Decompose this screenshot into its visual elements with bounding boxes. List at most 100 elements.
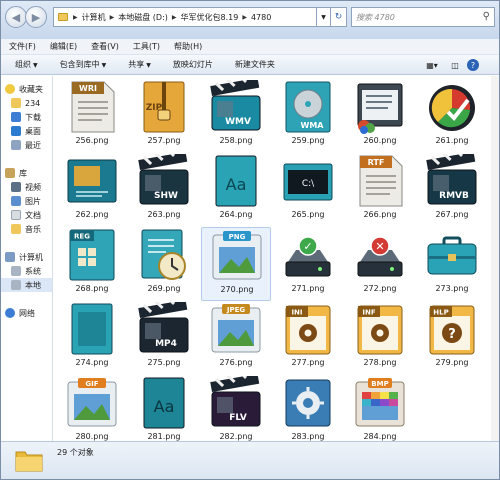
- file-item[interactable]: 262.png: [57, 153, 127, 227]
- file-name: 274.png: [75, 358, 109, 367]
- file-item[interactable]: JPEG 276.png: [201, 301, 271, 375]
- font-aa-dark-icon: Aa: [143, 377, 185, 429]
- menu-help[interactable]: 帮助(H): [174, 41, 202, 52]
- file-name: 266.png: [363, 210, 397, 219]
- file-name: 270.png: [220, 285, 254, 294]
- forward-button[interactable]: ▶: [25, 6, 47, 28]
- file-name: 284.png: [363, 432, 397, 441]
- address-box[interactable]: ▶ 计算机 ▶ 本地磁盘 (D:) ▶ 华军优化包8.19 ▶ 4780: [53, 7, 317, 27]
- file-name: 262.png: [75, 210, 109, 219]
- inf-settings-icon: INF: [357, 305, 403, 355]
- file-item[interactable]: SHW 263.png: [129, 153, 199, 227]
- folder-icon: [11, 98, 21, 108]
- hlp-help-icon: HLP?: [429, 305, 475, 355]
- breadcrumb-drive[interactable]: 本地磁盘 (D:): [118, 12, 168, 23]
- nav-item[interactable]: 234: [11, 96, 40, 110]
- file-name: 272.png: [363, 284, 397, 293]
- view-options-button[interactable]: ▦▾: [421, 58, 443, 72]
- nav-item[interactable]: 桌面: [11, 124, 41, 138]
- desktop-icon: [11, 126, 21, 136]
- png-image-icon: PNG: [212, 231, 262, 280]
- breadcrumb-current[interactable]: 4780: [251, 13, 271, 22]
- nav-item[interactable]: 下载: [11, 110, 41, 124]
- menu-file[interactable]: 文件(F): [9, 41, 36, 52]
- vertical-scrollbar[interactable]: [491, 76, 499, 441]
- file-item[interactable]: ✓ 271.png: [273, 227, 343, 301]
- preview-pane-button[interactable]: ◫: [447, 58, 463, 72]
- nav-item[interactable]: 图片: [11, 194, 41, 208]
- chevron-right-icon[interactable]: ▶: [242, 14, 247, 21]
- nav-favorites[interactable]: 收藏夹: [5, 82, 43, 96]
- file-item[interactable]: MP4 275.png: [129, 301, 199, 375]
- menu-view[interactable]: 查看(V): [91, 41, 119, 52]
- nav-item[interactable]: 视频: [11, 180, 41, 194]
- file-item[interactable]: 283.png: [273, 375, 343, 449]
- file-item[interactable]: 261.png: [417, 79, 487, 153]
- file-item[interactable]: RTF 266.png: [345, 153, 415, 227]
- refresh-button[interactable]: ↻: [331, 7, 347, 27]
- search-input[interactable]: 搜索 4780 ⚲: [351, 7, 495, 27]
- file-item[interactable]: WMV 258.png: [201, 79, 271, 153]
- nav-libraries[interactable]: 库: [5, 166, 27, 180]
- chevron-right-icon[interactable]: ▶: [110, 14, 115, 21]
- nav-network[interactable]: 网络: [5, 306, 35, 320]
- nav-item[interactable]: 最近: [11, 138, 41, 152]
- file-item[interactable]: Aa 281.png: [129, 375, 199, 449]
- menu-tools[interactable]: 工具(T): [133, 41, 160, 52]
- file-item[interactable]: GIF 280.png: [57, 375, 127, 449]
- file-item[interactable]: WMA 259.png: [273, 79, 343, 153]
- explorer-window: ◀ ▶ ▶ 计算机 ▶ 本地磁盘 (D:) ▶ 华军优化包8.19 ▶ 4780…: [0, 0, 500, 480]
- svg-text:Aa: Aa: [154, 397, 175, 416]
- nav-computer[interactable]: 计算机: [5, 250, 43, 264]
- file-name: 258.png: [219, 136, 253, 145]
- back-arrow-icon: ◀: [11, 10, 21, 24]
- wma-audio-icon: WMA: [285, 81, 331, 133]
- file-item[interactable]: PNG 270.png: [201, 227, 271, 301]
- file-item[interactable]: ✕ 272.png: [345, 227, 415, 301]
- file-item[interactable]: 260.png: [345, 79, 415, 153]
- nav-item[interactable]: 系统: [11, 264, 41, 278]
- chevron-right-icon[interactable]: ▶: [172, 14, 177, 21]
- svg-text:FLV: FLV: [229, 413, 247, 423]
- nav-item[interactable]: 音乐: [11, 222, 41, 236]
- file-name: 276.png: [219, 358, 253, 367]
- menu-edit[interactable]: 编辑(E): [50, 41, 77, 52]
- file-item[interactable]: HLP? 279.png: [417, 301, 487, 375]
- chevron-right-icon[interactable]: ▶: [73, 14, 78, 21]
- file-item[interactable]: WRI 256.png: [57, 79, 127, 153]
- flv-clapper-icon: FLV: [210, 376, 261, 427]
- file-item[interactable]: REG 268.png: [57, 227, 127, 301]
- nav-computer-label: 计算机: [19, 252, 43, 262]
- include-library-button[interactable]: 包含到库中 ▼: [60, 59, 107, 70]
- nav-item-selected[interactable]: 本地: [1, 278, 52, 292]
- svg-text:BMP: BMP: [371, 380, 388, 388]
- new-folder-button[interactable]: 新建文件夹: [235, 59, 275, 70]
- file-item[interactable]: 269.png: [129, 227, 199, 301]
- breadcrumb-computer[interactable]: 计算机: [82, 12, 106, 23]
- nav-item[interactable]: 文档: [11, 208, 41, 222]
- file-item[interactable]: RMVB 267.png: [417, 153, 487, 227]
- file-item[interactable]: 273.png: [417, 227, 487, 301]
- file-item[interactable]: FLV 282.png: [201, 375, 271, 449]
- breadcrumb-folder[interactable]: 华军优化包8.19: [181, 12, 239, 23]
- slideshow-button[interactable]: 放映幻灯片: [173, 59, 213, 70]
- file-item[interactable]: 274.png: [57, 301, 127, 375]
- drive-error-icon: ✕: [357, 236, 403, 277]
- back-button[interactable]: ◀: [5, 6, 27, 28]
- file-item[interactable]: INI 277.png: [273, 301, 343, 375]
- file-item[interactable]: Aa 264.png: [201, 153, 271, 227]
- svg-text:HLP: HLP: [433, 309, 448, 317]
- file-name: 279.png: [435, 358, 469, 367]
- help-button[interactable]: ?: [467, 59, 479, 71]
- svg-text:INI: INI: [291, 309, 302, 317]
- drive-icon: [11, 280, 21, 290]
- file-item[interactable]: BMP 284.png: [345, 375, 415, 449]
- organize-button[interactable]: 组织 ▼: [15, 59, 38, 70]
- address-dropdown-button[interactable]: ▼: [317, 7, 331, 27]
- file-item[interactable]: INF 278.png: [345, 301, 415, 375]
- file-item[interactable]: C:\ 265.png: [273, 153, 343, 227]
- share-button[interactable]: 共享 ▼: [128, 59, 151, 70]
- help-icon: ?: [470, 60, 476, 70]
- file-item[interactable]: ZIP 257.png: [129, 79, 199, 153]
- file-name: 259.png: [291, 136, 325, 145]
